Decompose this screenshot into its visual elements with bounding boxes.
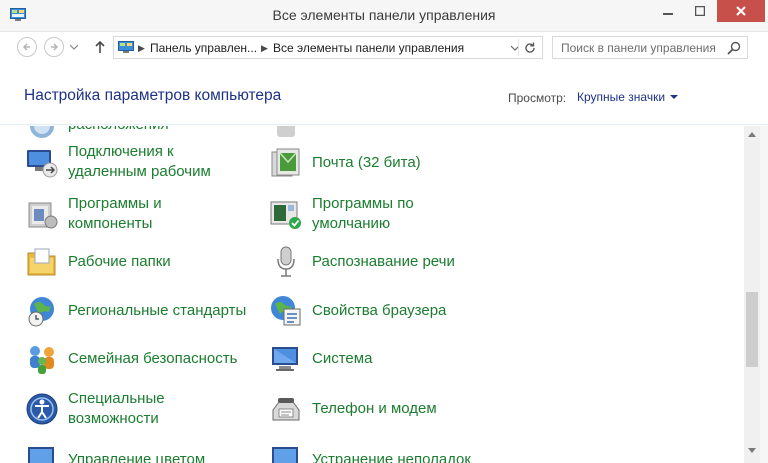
- remote-desktop-icon: [27, 150, 58, 178]
- item-label[interactable]: Система: [312, 349, 372, 369]
- page-title: Настройка параметров компьютера: [24, 87, 282, 104]
- item-label[interactable]: Рабочие папки: [68, 252, 171, 272]
- item-label[interactable]: Семейная безопасность: [68, 349, 237, 369]
- scroll-up-button[interactable]: [744, 126, 760, 142]
- item-label[interactable]: Распознавание речи: [312, 252, 455, 272]
- item-label-line1[interactable]: Программы по: [312, 194, 414, 214]
- breadcrumb-separator-icon[interactable]: ▶: [261, 43, 268, 54]
- item-label[interactable]: Телефон и модем: [312, 399, 437, 419]
- item-label-line2[interactable]: умолчанию: [312, 214, 390, 234]
- item-internet-options[interactable]: Свойства браузера: [269, 289, 509, 333]
- view-mode-dropdown[interactable]: Крупные значки: [577, 90, 679, 104]
- item-color-management[interactable]: Управление цветом: [25, 438, 265, 463]
- item-label[interactable]: Региональные стандарты: [68, 301, 246, 321]
- recent-locations-chevron-icon[interactable]: [70, 44, 78, 50]
- minimize-button[interactable]: [654, 0, 682, 22]
- region-icon: [28, 297, 54, 327]
- minimize-icon: [663, 13, 673, 15]
- microphone-icon: [277, 246, 295, 277]
- maximize-icon: [695, 6, 705, 16]
- internet-options-icon: [271, 296, 301, 326]
- view-label: Просмотр:: [508, 91, 567, 105]
- up-button[interactable]: [90, 37, 110, 57]
- item-label-line2[interactable]: удаленным рабочим: [68, 162, 211, 182]
- dropdown-arrow-icon[interactable]: [670, 95, 679, 99]
- search-icon[interactable]: [727, 41, 741, 55]
- back-button[interactable]: [17, 37, 37, 57]
- item-system[interactable]: Система: [269, 337, 509, 381]
- troubleshooting-icon: [272, 447, 298, 463]
- address-bar[interactable]: ▶ Панель управлен... ▶ Все элементы пане…: [113, 36, 543, 59]
- scroll-down-arrow-icon: [748, 447, 756, 453]
- system-icon: [272, 347, 298, 371]
- item-default-programs[interactable]: Программы по умолчанию: [269, 192, 509, 236]
- programs-icon: [28, 202, 58, 229]
- window-border: [760, 126, 768, 463]
- breadcrumb-separator-icon[interactable]: ▶: [138, 43, 145, 54]
- item-troubleshooting[interactable]: Устранение неполадок: [269, 438, 509, 463]
- item-regional-standards[interactable]: Региональные стандарты: [25, 289, 265, 333]
- work-folders-icon: [27, 248, 56, 276]
- forward-arrow-icon: [51, 43, 59, 51]
- breadcrumb-control-panel[interactable]: Панель управлен...: [150, 41, 257, 55]
- item-label-line2[interactable]: возможности: [68, 409, 159, 429]
- window-title: Все элементы панели управления: [272, 7, 496, 23]
- scroll-thumb[interactable]: [746, 292, 758, 367]
- mail-icon: [271, 148, 300, 177]
- item-label-line1[interactable]: Программы и: [68, 194, 162, 214]
- item-phone-modem[interactable]: Телефон и модем: [269, 387, 509, 431]
- ease-of-access-icon: [26, 393, 58, 425]
- up-arrow-icon: [95, 41, 105, 53]
- view-mode-value[interactable]: Крупные значки: [577, 90, 665, 104]
- default-programs-icon: [270, 201, 301, 229]
- close-icon: [736, 6, 746, 16]
- scroll-down-button[interactable]: [744, 442, 760, 458]
- vertical-scrollbar[interactable]: [744, 126, 760, 463]
- item-programs-features[interactable]: Программы и компоненты: [25, 192, 265, 236]
- scroll-up-arrow-icon: [748, 131, 756, 137]
- item-label-line1[interactable]: Подключения к: [68, 142, 174, 162]
- item-label-line1[interactable]: Специальные: [68, 389, 165, 409]
- item-family-safety[interactable]: Семейная безопасность: [25, 337, 265, 381]
- back-arrow-icon: [22, 43, 30, 51]
- navigation-bar: ▶ Панель управлен... ▶ Все элементы пане…: [0, 32, 768, 62]
- item-label[interactable]: Устранение неполадок: [312, 450, 471, 463]
- item-mail[interactable]: Почта (32 бита): [269, 141, 509, 185]
- item-label[interactable]: Свойства браузера: [312, 301, 446, 321]
- forward-button[interactable]: [44, 37, 64, 57]
- item-remote-desktop[interactable]: Подключения к удаленным рабочим: [25, 140, 265, 184]
- search-box[interactable]: Поиск в панели управления: [552, 36, 748, 59]
- item-label[interactable]: Управление цветом: [68, 450, 205, 463]
- refresh-icon: [524, 42, 535, 53]
- item-work-folders[interactable]: Рабочие папки: [25, 240, 265, 284]
- control-panel-items: расположения Подключения к удаленным раб…: [0, 126, 744, 463]
- item-label-line2[interactable]: компоненты: [68, 214, 152, 234]
- close-button[interactable]: [717, 0, 765, 22]
- item-label[interactable]: расположения: [68, 126, 169, 135]
- title-bar: Все элементы панели управления: [0, 0, 768, 32]
- family-safety-icon: [30, 346, 54, 374]
- search-placeholder[interactable]: Поиск в панели управления: [561, 41, 716, 55]
- maximize-button[interactable]: [686, 0, 714, 22]
- content-header: Настройка параметров компьютера Просмотр…: [0, 62, 768, 125]
- item-label[interactable]: Почта (32 бита): [312, 153, 421, 173]
- item-ease-of-access[interactable]: Специальные возможности: [25, 387, 265, 431]
- color-management-icon: [28, 447, 54, 463]
- phone-modem-icon: [272, 398, 300, 421]
- control-panel-icon: [118, 41, 134, 53]
- item-speech-recognition[interactable]: Распознавание речи: [269, 240, 509, 284]
- refresh-button[interactable]: [518, 39, 540, 56]
- breadcrumb-all-items[interactable]: Все элементы панели управления: [273, 41, 464, 55]
